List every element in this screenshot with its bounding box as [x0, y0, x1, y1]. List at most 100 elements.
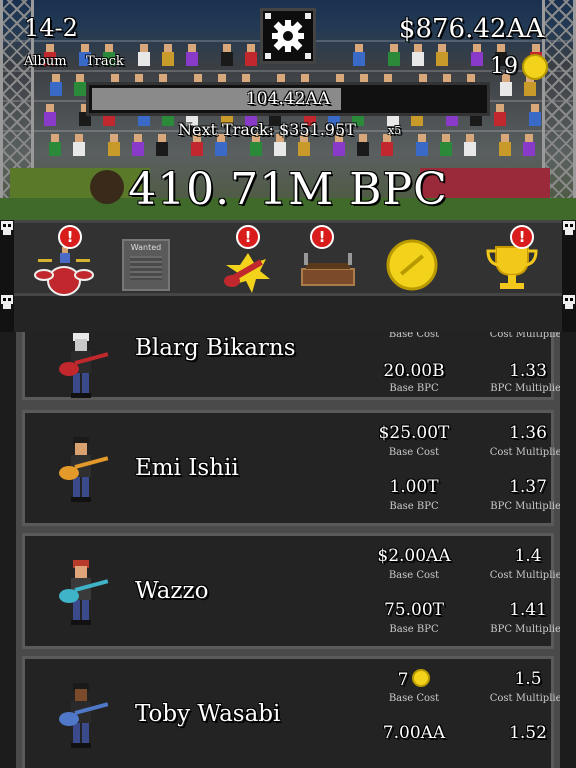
musician-card[interactable]: Blarg Bikarns Base Cost Cost Multiplier … — [22, 332, 560, 401]
skull-corner-icon — [305, 13, 311, 19]
base-cost-label: Base Cost — [388, 447, 440, 458]
crowd-fan — [412, 44, 424, 66]
bpc-multiplier-value: 1.37 — [509, 477, 547, 497]
musician-sprite-icon — [59, 560, 109, 625]
cost-multiplier-value: 1.5 — [514, 669, 542, 689]
crowd-fan — [529, 104, 541, 126]
bpc-multiplier-label: BPC Multiplier — [490, 383, 560, 394]
musician-avatar — [49, 681, 113, 751]
track-progress-bar: 104.42AA — [86, 82, 490, 116]
cost-multiplier-label: Cost Multiplier — [489, 447, 560, 458]
crowd-fan — [440, 134, 452, 156]
cost-multiplier-value: 1.36 — [509, 423, 547, 443]
tab-instruments[interactable]: ! — [208, 223, 288, 299]
tab-stage[interactable]: ! — [296, 223, 376, 299]
base-bpc-label: Base BPC — [389, 383, 439, 394]
gold-coin-icon — [386, 239, 438, 291]
skull-corner-icon — [563, 221, 575, 235]
base-bpc-value: 7.00AA — [382, 723, 446, 743]
skull-corner-icon — [1, 295, 13, 309]
crowd-fan — [494, 104, 506, 126]
crowd-fan — [138, 44, 150, 66]
bpc-multiplier-value: 1.52 — [509, 723, 547, 743]
crowd-fan — [464, 134, 476, 156]
base-cost-label: Base Cost — [388, 570, 440, 581]
cost-multiplier-label: Cost Multiplier — [489, 693, 560, 704]
base-bpc-value: 1.00T — [389, 477, 439, 497]
musician-name: Blarg Bikarns — [135, 335, 296, 361]
toolbar-tabs: ! Wanted ! ! ! — [14, 220, 562, 296]
crowd-fan — [221, 44, 233, 66]
musician-avatar — [49, 435, 113, 505]
musician-name: Emi Ishii — [135, 455, 239, 481]
base-cost-value: $2.00AA — [377, 546, 451, 566]
gear-icon — [272, 20, 304, 52]
track-progress-text: 104.42AA — [245, 89, 331, 109]
track-label: Track — [86, 54, 124, 69]
crowd-fan — [132, 134, 144, 156]
skull-corner-icon — [305, 53, 311, 59]
crowd-fan — [357, 134, 369, 156]
alert-badge: ! — [58, 225, 82, 249]
alert-badge: ! — [510, 225, 534, 249]
crowd-fan — [50, 74, 62, 96]
crowd-fan — [73, 134, 85, 156]
crowd-fan — [388, 44, 400, 66]
skull-corner-icon — [1, 221, 13, 235]
musician-sprite-icon — [59, 333, 109, 398]
alert-badge: ! — [310, 225, 334, 249]
gold-coin-icon — [522, 54, 548, 80]
settings-button[interactable] — [260, 8, 316, 64]
alert-badge: ! — [236, 225, 260, 249]
crowd-fan — [523, 134, 535, 156]
next-track-multiplier: x5 — [388, 124, 402, 137]
crowd-fan — [186, 44, 198, 66]
tab-band[interactable]: ! — [24, 223, 104, 299]
musician-sprite-icon — [59, 683, 109, 748]
base-cost-value: $25.00T — [378, 423, 450, 443]
crowd-fan — [353, 44, 365, 66]
musician-card[interactable]: Emi Ishii $25.00T Base Cost 1.36 Cost Mu… — [22, 410, 560, 526]
stage-icon — [301, 253, 355, 286]
musician-card[interactable]: Wazzo $2.00AA Base Cost 1.4 Cost Multipl… — [22, 533, 560, 649]
crowd-fan — [499, 134, 511, 156]
musician-avatar — [49, 558, 113, 628]
skull-corner-icon — [265, 53, 271, 59]
crowd-fan — [416, 134, 428, 156]
tab-coins[interactable] — [384, 223, 464, 299]
toolbar-bottom-bar — [14, 296, 562, 332]
skull-corner-icon — [563, 295, 575, 309]
crowd-fan — [49, 134, 61, 156]
bpc-multiplier-value: 1.33 — [509, 361, 547, 381]
album-label: Album — [24, 54, 67, 69]
crowd-fan — [108, 134, 120, 156]
base-cost-label: Base Cost — [388, 693, 440, 704]
skull-corner-icon — [265, 13, 271, 19]
cost-multiplier-value: 1.4 — [514, 546, 542, 566]
base-bpc-value: 20.00B — [383, 361, 445, 381]
crowd-fan — [471, 44, 483, 66]
cost-multiplier-label: Cost Multiplier — [489, 570, 560, 581]
crowd-fan — [162, 44, 174, 66]
tab-achievements[interactable]: ! — [484, 223, 564, 299]
musician-avatar — [49, 332, 113, 401]
next-track-cost: Next Track: $351.95T — [178, 120, 356, 139]
crowd-fan — [436, 44, 448, 66]
toolbar: ! Wanted ! ! ! — [0, 220, 576, 332]
crowd-fan — [156, 134, 168, 156]
base-cost-value: 7 — [359, 669, 469, 690]
crowd-fan — [74, 74, 86, 96]
tab-wanted[interactable]: Wanted — [110, 223, 190, 299]
musician-list[interactable]: Blarg Bikarns Base Cost Cost Multiplier … — [16, 332, 560, 768]
base-cost-amount: 7 — [397, 670, 409, 690]
bpc-multiplier-label: BPC Multiplier — [490, 501, 560, 512]
coin-count: 19 — [490, 54, 518, 79]
musician-card[interactable]: Toby Wasabi 7 Base Cost 1.5 Cost Multipl… — [22, 656, 560, 768]
wanted-poster-icon: Wanted — [122, 239, 170, 291]
bpc-total: 410.71M BPC — [128, 164, 448, 215]
album-track-number: 14-2 — [24, 14, 78, 42]
base-bpc-label: Base BPC — [389, 624, 439, 635]
crowd-fan — [381, 134, 393, 156]
bpc-multiplier-label: BPC Multiplier — [490, 624, 560, 635]
musician-name: Wazzo — [135, 578, 209, 604]
